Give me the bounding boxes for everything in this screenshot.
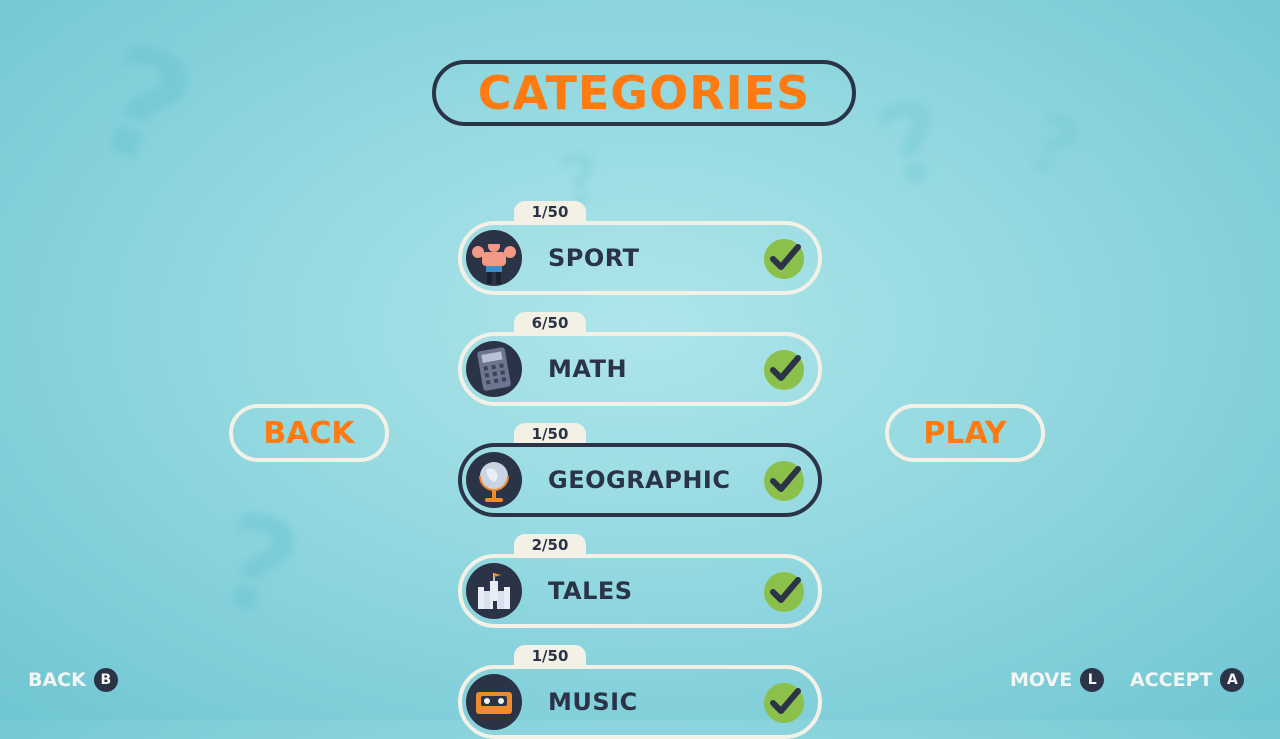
category-progress: 6/50	[514, 312, 586, 334]
left-stick-icon: L	[1080, 668, 1105, 692]
category-sport[interactable]: 1/50 SPORT	[458, 201, 822, 295]
category-label: MUSIC	[548, 688, 638, 716]
bg-question-mark: ?	[72, 10, 215, 204]
hint-accept: ACCEPT A	[1130, 668, 1245, 692]
checkmark-icon	[764, 683, 804, 723]
checkmark-icon	[764, 239, 804, 279]
b-button-icon: B	[93, 668, 118, 692]
back-button[interactable]: BACK	[229, 404, 389, 462]
category-progress: 2/50	[514, 534, 586, 556]
cassette-icon	[466, 674, 522, 730]
bg-question-mark: ?	[201, 482, 314, 650]
checkmark-icon	[764, 572, 804, 612]
category-geographic[interactable]: 1/50 GEOGRAPHIC	[458, 423, 822, 517]
bg-question-mark: ?	[864, 73, 960, 215]
a-button-icon: A	[1220, 668, 1245, 692]
title-banner: CATEGORIES	[432, 60, 856, 126]
category-tales[interactable]: 2/50 TALES	[458, 534, 822, 628]
hint-accept-label: ACCEPT	[1130, 669, 1213, 691]
checkmark-icon	[764, 461, 804, 501]
category-math[interactable]: 6/50 MATH	[458, 312, 822, 406]
calculator-icon	[466, 341, 522, 397]
page-title: CATEGORIES	[477, 66, 811, 120]
checkmark-icon	[764, 350, 804, 390]
bg-question-mark: ?	[1012, 94, 1094, 199]
category-progress: 1/50	[514, 201, 586, 223]
category-label: TALES	[548, 577, 633, 605]
category-label: GEOGRAPHIC	[548, 466, 731, 494]
category-label: SPORT	[548, 244, 640, 272]
hint-back: BACK B	[28, 668, 118, 692]
hint-back-label: BACK	[28, 669, 86, 691]
category-label: MATH	[548, 355, 628, 383]
hint-move: MOVE L	[1010, 668, 1105, 692]
hint-move-label: MOVE	[1010, 669, 1073, 691]
bodybuilder-icon	[466, 230, 522, 286]
play-button[interactable]: PLAY	[885, 404, 1045, 462]
castle-icon	[466, 563, 522, 619]
category-music[interactable]: 1/50 MUSIC	[458, 645, 822, 739]
category-progress: 1/50	[514, 423, 586, 445]
category-progress: 1/50	[514, 645, 586, 667]
globe-icon	[466, 452, 522, 508]
